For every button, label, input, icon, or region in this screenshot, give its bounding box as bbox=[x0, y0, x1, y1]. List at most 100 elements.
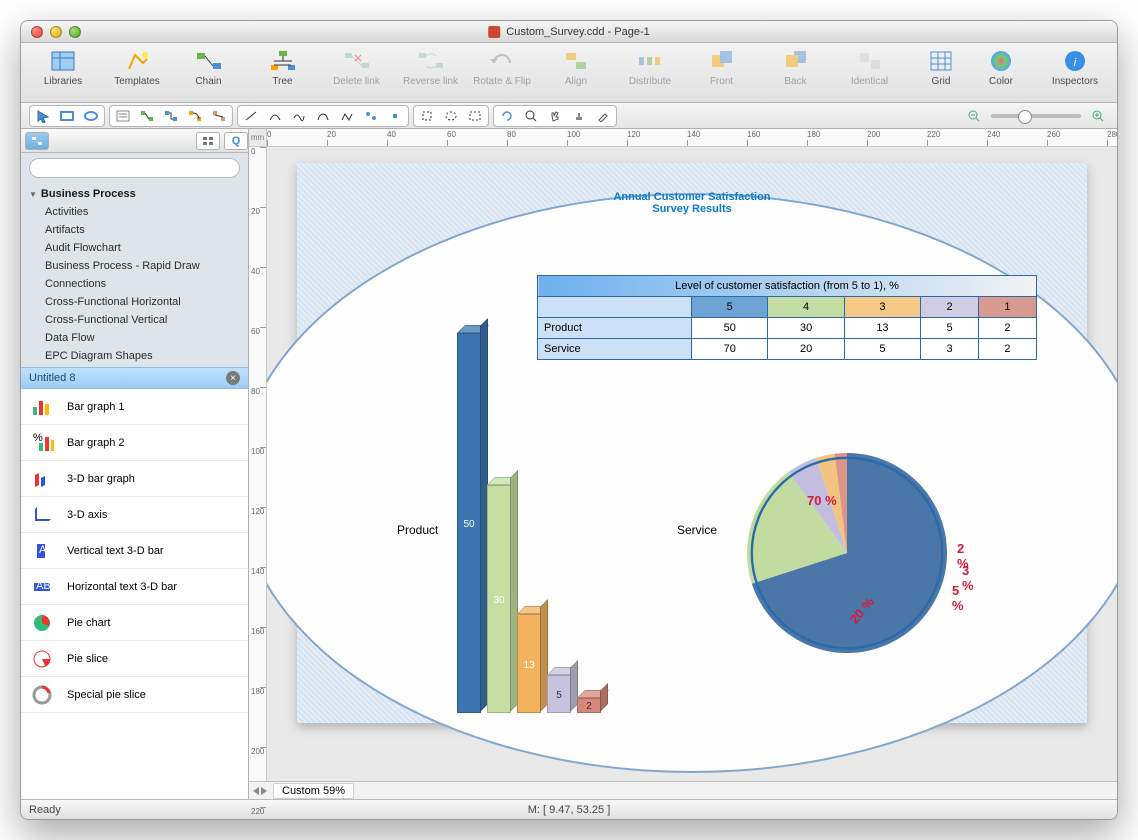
inspectors-button[interactable]: iInspectors bbox=[1045, 47, 1105, 87]
status-left: Ready bbox=[29, 804, 61, 816]
status-coordinates: M: [ 9.47, 53.25 ] bbox=[528, 804, 611, 816]
sidebar: Q Business Process ActivitiesArtifactsAu… bbox=[21, 129, 249, 799]
titlebar: Custom_Survey.cdd - Page-1 bbox=[21, 21, 1117, 43]
svg-text:ABC: ABC bbox=[39, 544, 55, 556]
rect-tool-icon[interactable] bbox=[56, 107, 78, 125]
distribute-button[interactable]: Distribute bbox=[620, 47, 680, 87]
chart-title: Annual Customer Satisfaction Survey Resu… bbox=[297, 191, 1087, 215]
tree-item[interactable]: Audit Flowchart bbox=[21, 239, 248, 257]
connector3-icon[interactable] bbox=[184, 107, 206, 125]
lasso-tool-icon[interactable] bbox=[440, 107, 462, 125]
app-window: Custom_Survey.cdd - Page-1 Libraries Tem… bbox=[20, 20, 1118, 820]
zoom-out-icon[interactable] bbox=[963, 107, 985, 125]
shape-icon bbox=[29, 395, 57, 419]
tree-item[interactable]: Artifacts bbox=[21, 221, 248, 239]
line-tool-icon[interactable] bbox=[240, 107, 262, 125]
chain-button[interactable]: Chain bbox=[179, 47, 239, 87]
window-title: Custom_Survey.cdd - Page-1 bbox=[488, 26, 649, 38]
poly-tool-icon[interactable] bbox=[336, 107, 358, 125]
hand-tool-icon[interactable] bbox=[544, 107, 566, 125]
tree-button[interactable]: Tree bbox=[253, 47, 313, 87]
shape-icon bbox=[29, 647, 57, 671]
tree-item[interactable]: EPC Diagram Shapes bbox=[21, 347, 248, 365]
minimize-icon[interactable] bbox=[50, 26, 62, 38]
drawing-canvas[interactable]: Annual Customer Satisfaction Survey Resu… bbox=[267, 147, 1117, 781]
close-tab-icon[interactable]: × bbox=[226, 371, 240, 385]
horizontal-ruler[interactable]: 020406080100120140160180200220240260280 bbox=[267, 129, 1117, 147]
sidebar-view-grid-icon[interactable] bbox=[196, 132, 220, 150]
connector4-icon[interactable] bbox=[208, 107, 230, 125]
tree-item[interactable]: Cross-Functional Vertical bbox=[21, 311, 248, 329]
eyedropper-tool-icon[interactable] bbox=[592, 107, 614, 125]
rotate-flip-button[interactable]: Rotate & Flip bbox=[472, 47, 532, 87]
reverse-link-button[interactable]: Reverse link bbox=[401, 47, 461, 87]
zoom-slider[interactable] bbox=[991, 114, 1081, 118]
search-input[interactable] bbox=[29, 158, 240, 178]
shape-item[interactable]: Special pie slice bbox=[21, 677, 248, 713]
zoom-in-icon[interactable] bbox=[1087, 107, 1109, 125]
vertical-ruler[interactable]: 020406080100120140160180200220 bbox=[249, 147, 267, 781]
zoom-icon[interactable] bbox=[69, 26, 81, 38]
tree-item[interactable]: Connections bbox=[21, 275, 248, 293]
tree-item[interactable]: Cross-Functional Horizontal bbox=[21, 293, 248, 311]
delete-link-button[interactable]: Delete link bbox=[327, 47, 387, 87]
text-tool-icon[interactable] bbox=[112, 107, 134, 125]
node-tool-icon[interactable] bbox=[384, 107, 406, 125]
tool-ribbon bbox=[21, 103, 1117, 129]
tree-item[interactable]: Activities bbox=[21, 203, 248, 221]
pie-chart-label: Service bbox=[677, 523, 717, 537]
bar-chart-label: Product bbox=[397, 523, 438, 537]
sidebar-search-toggle-icon[interactable]: Q bbox=[224, 132, 248, 150]
shape-item[interactable]: 3-D bar graph bbox=[21, 461, 248, 497]
sidebar-search bbox=[21, 153, 248, 183]
shape-icon bbox=[29, 467, 57, 491]
library-tree: Business Process ActivitiesArtifactsAudi… bbox=[21, 183, 248, 367]
templates-button[interactable]: Templates bbox=[107, 47, 167, 87]
shape-item[interactable]: Bar graph 1 bbox=[21, 389, 248, 425]
pie-chart: 70 %20 %5 %3 %2 % bbox=[747, 453, 957, 663]
page: Annual Customer Satisfaction Survey Resu… bbox=[297, 163, 1087, 723]
shape-icon: ABC bbox=[29, 575, 57, 599]
color-button[interactable]: Color bbox=[971, 47, 1031, 87]
close-icon[interactable] bbox=[31, 26, 43, 38]
stamp-tool-icon[interactable] bbox=[568, 107, 590, 125]
pointer-tool-icon[interactable] bbox=[32, 107, 54, 125]
spline-tool-icon[interactable] bbox=[288, 107, 310, 125]
sidebar-view-tree-icon[interactable] bbox=[25, 132, 49, 150]
shape-item[interactable]: ABCVertical text 3-D bar bbox=[21, 533, 248, 569]
tree-item[interactable]: Data Flow bbox=[21, 329, 248, 347]
arc-tool-icon[interactable] bbox=[264, 107, 286, 125]
crop-tool-icon[interactable] bbox=[416, 107, 438, 125]
tree-item[interactable]: Business Process - Rapid Draw bbox=[21, 257, 248, 275]
ruler-unit-label: mm bbox=[249, 129, 267, 147]
shape-item[interactable]: ABCHorizontal text 3-D bar bbox=[21, 569, 248, 605]
shape-item[interactable]: Pie slice bbox=[21, 641, 248, 677]
page-footer: Custom 59% bbox=[249, 781, 1117, 799]
bar-chart: 50301352 bbox=[457, 293, 637, 713]
prev-page-icon[interactable] bbox=[253, 787, 259, 795]
current-library-tab[interactable]: Untitled 8× bbox=[21, 367, 248, 389]
edit-points-icon[interactable] bbox=[360, 107, 382, 125]
back-button[interactable]: Back bbox=[766, 47, 826, 87]
align-button[interactable]: Align bbox=[546, 47, 606, 87]
shape-palette: Bar graph 1%Bar graph 23-D bar graph3-D … bbox=[21, 389, 248, 799]
magnify-tool-icon[interactable] bbox=[520, 107, 542, 125]
shape-item[interactable]: 3-D axis bbox=[21, 497, 248, 533]
bezier-tool-icon[interactable] bbox=[312, 107, 334, 125]
tree-group-business-process[interactable]: Business Process bbox=[21, 185, 248, 203]
grid-button[interactable]: Grid bbox=[911, 47, 971, 87]
shape-item[interactable]: Pie chart bbox=[21, 605, 248, 641]
identical-button[interactable]: Identical bbox=[840, 47, 900, 87]
shape-icon: % bbox=[29, 431, 57, 455]
ellipse-tool-icon[interactable] bbox=[80, 107, 102, 125]
front-button[interactable]: Front bbox=[692, 47, 752, 87]
libraries-button[interactable]: Libraries bbox=[33, 47, 93, 87]
selection-tool-icon[interactable] bbox=[464, 107, 486, 125]
shape-item[interactable]: %Bar graph 2 bbox=[21, 425, 248, 461]
svg-text:ABC: ABC bbox=[36, 580, 55, 592]
next-page-icon[interactable] bbox=[261, 787, 267, 795]
connector2-icon[interactable] bbox=[160, 107, 182, 125]
connector1-icon[interactable] bbox=[136, 107, 158, 125]
refresh-tool-icon[interactable] bbox=[496, 107, 518, 125]
page-zoom-tab[interactable]: Custom 59% bbox=[273, 783, 354, 799]
